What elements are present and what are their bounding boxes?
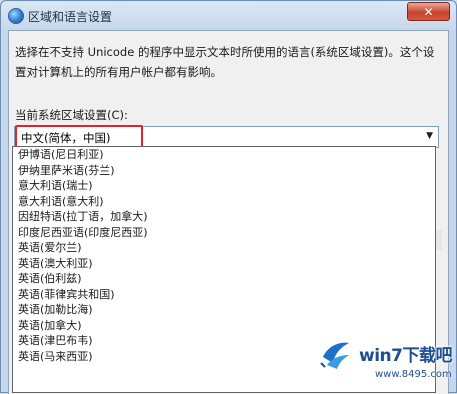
list-item[interactable]: 伊纳里萨米语(芬兰) (13, 163, 435, 179)
window-title: 区域和语言设置 (28, 10, 113, 24)
description-text: 选择在不支持 Unicode 的程序中显示文本时所使用的语言(系统区域设置)。这… (15, 45, 435, 79)
list-item[interactable]: 英语(加拿大) (13, 318, 435, 334)
list-item[interactable]: 意大利语(瑞士) (13, 178, 435, 194)
close-button[interactable]: ✕ (407, 2, 450, 21)
chevron-down-icon[interactable]: ▼ (426, 131, 433, 141)
title-bar[interactable]: 区域和语言设置 ✕ (1, 1, 456, 30)
watermark-url: www.8495.com (375, 369, 452, 380)
globe-icon (8, 8, 24, 24)
list-item[interactable]: 英语(爱尔兰) (13, 240, 435, 256)
watermark-brand: win7下载吧 (359, 346, 452, 366)
list-item[interactable]: 伊博语(尼日利亚) (13, 147, 435, 163)
win7-logo-icon (315, 335, 355, 375)
site-watermark: win7下载吧 www.8495.com (313, 333, 457, 393)
list-item[interactable]: 英语(伯利兹) (13, 271, 435, 287)
current-locale-label: 当前系统区域设置(C): (15, 108, 128, 122)
list-item[interactable]: 英语(菲律宾共和国) (13, 287, 435, 303)
list-item[interactable]: 英语(加勒比海) (13, 302, 435, 318)
list-item[interactable]: 意大利语(意大利) (13, 194, 435, 210)
list-item[interactable]: 英语(澳大利亚) (13, 256, 435, 272)
list-item[interactable]: 印度尼西亚语(印度尼西亚) (13, 225, 435, 241)
background-strip (436, 230, 442, 250)
list-item[interactable]: 因纽特语(拉丁语，加拿大) (13, 209, 435, 225)
